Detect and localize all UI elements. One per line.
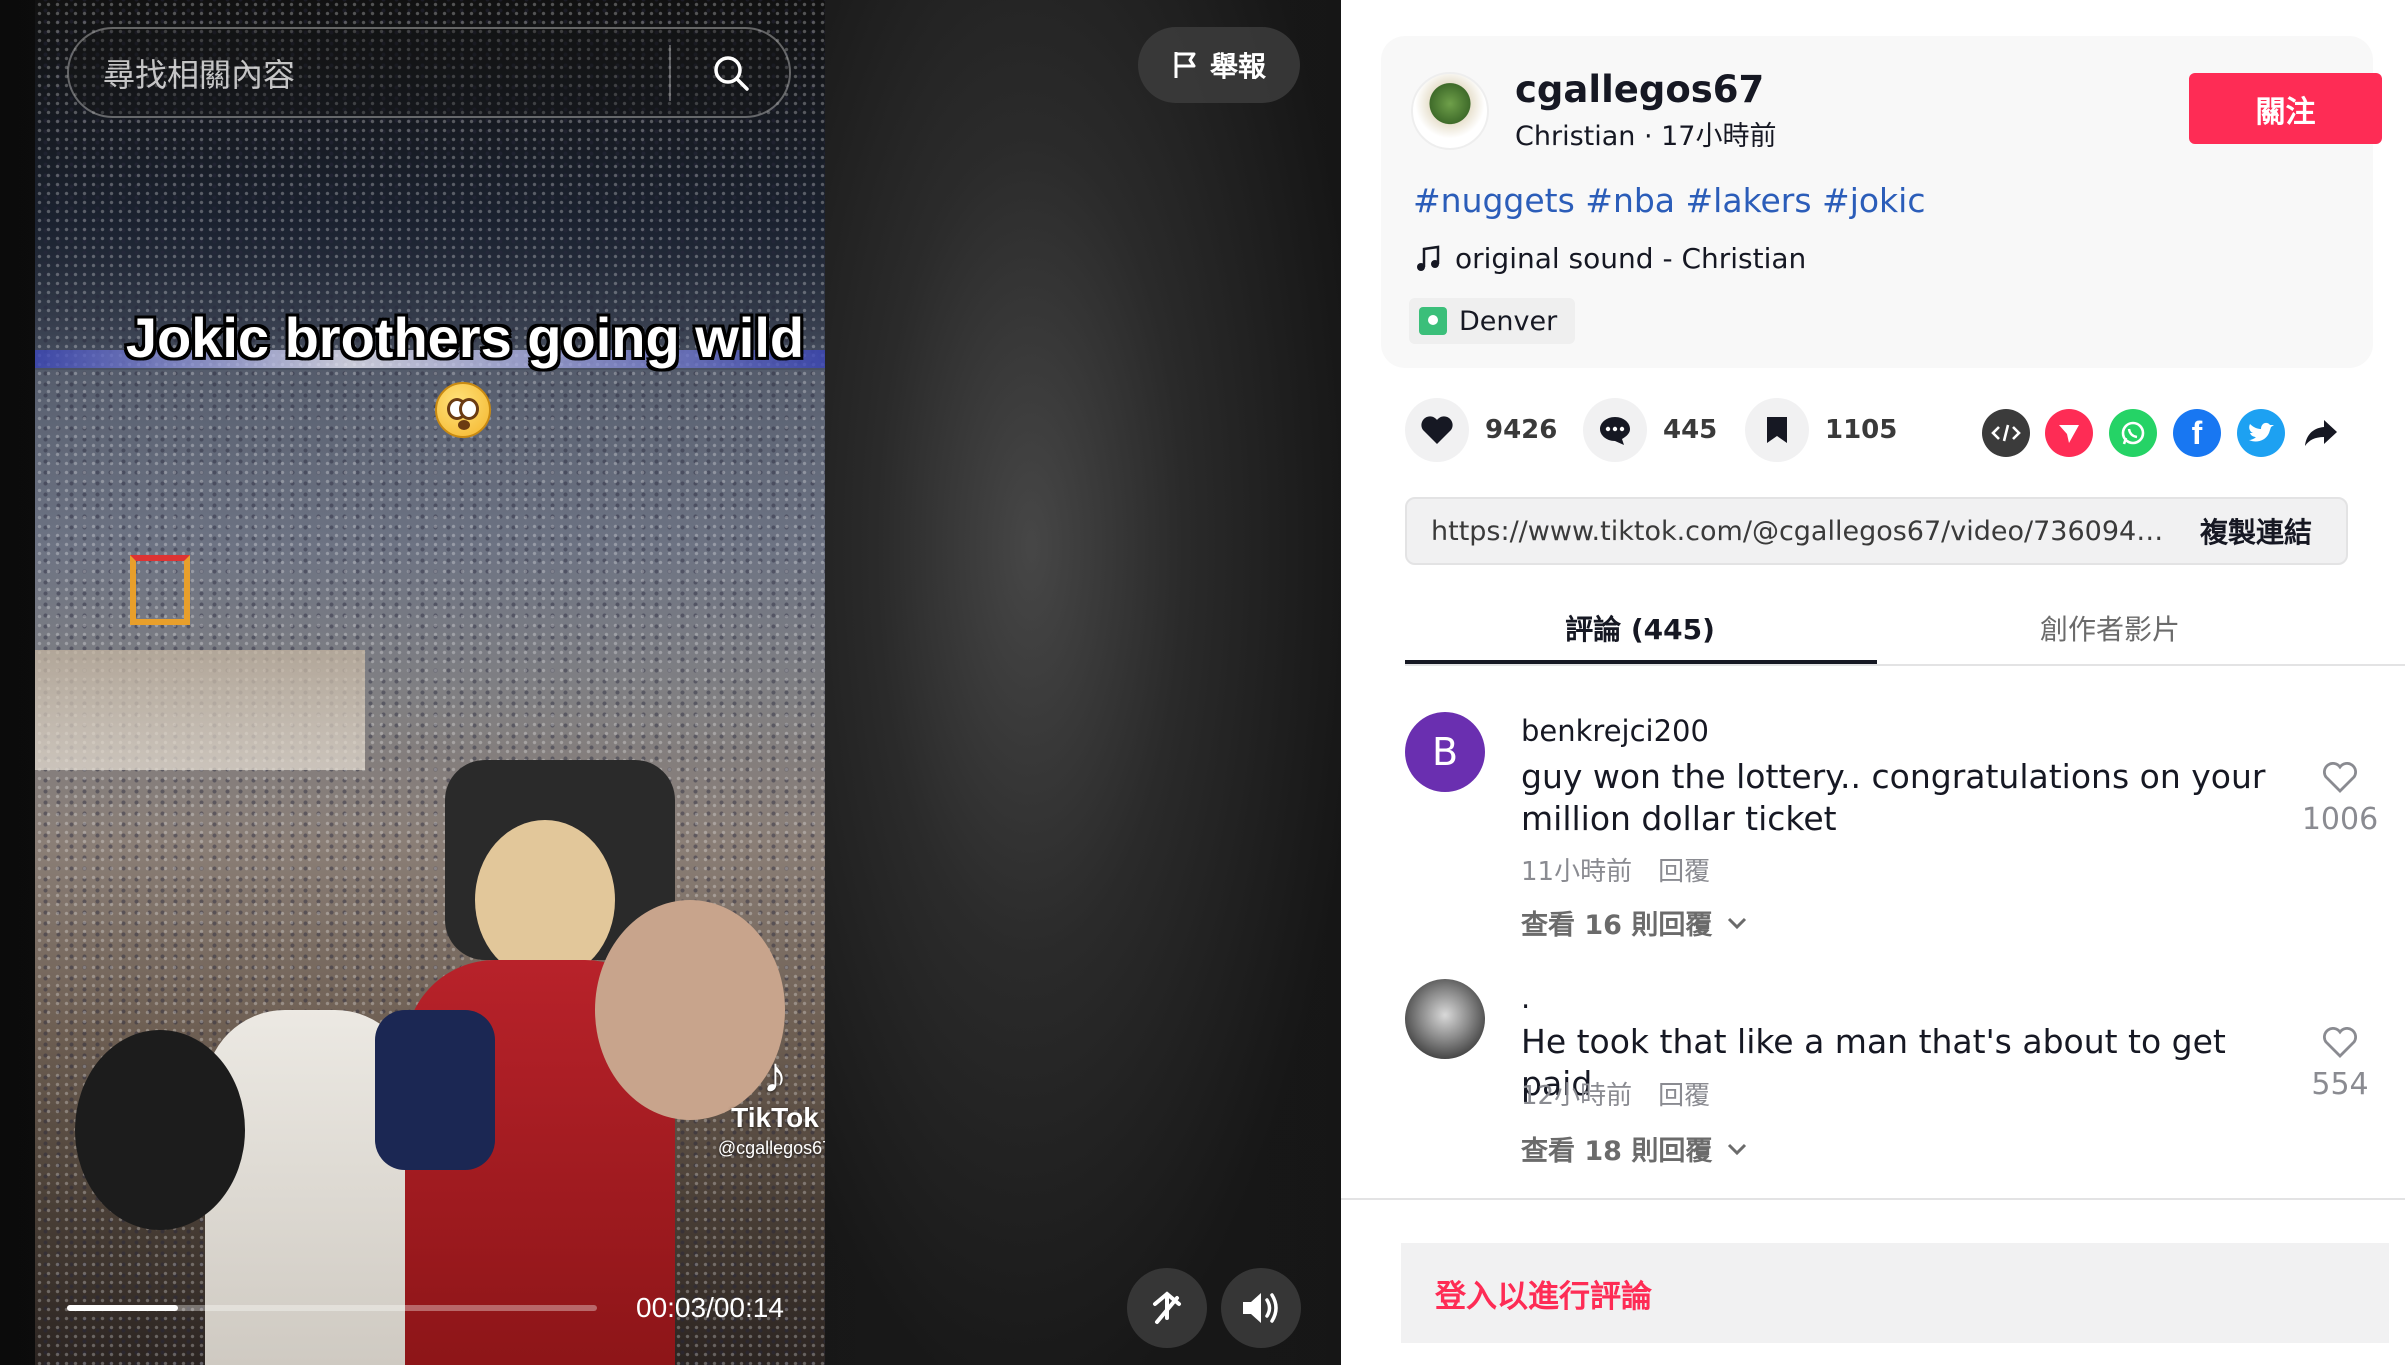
bookmark-icon bbox=[1745, 398, 1809, 462]
commenter-username[interactable]: benkrejci200 bbox=[1521, 714, 1709, 748]
volume-button[interactable] bbox=[1221, 1268, 1301, 1348]
volume-icon bbox=[1243, 1293, 1278, 1323]
video-player-area: Jokic brothers going wild ♪ TikTok @cgal… bbox=[0, 0, 1341, 1365]
comment-time: 12小時前 bbox=[1521, 1081, 1633, 1111]
heart-outline-icon bbox=[2323, 1027, 2357, 1058]
share-link-url[interactable]: https://www.tiktok.com/@cgallegos67/vide… bbox=[1431, 516, 2170, 547]
chevron-down-icon bbox=[1728, 917, 1747, 929]
comment-time: 11小時前 bbox=[1521, 857, 1633, 887]
basketball-hoop bbox=[130, 555, 190, 625]
video-caption: Jokic brothers going wild bbox=[125, 306, 805, 369]
reply-button[interactable]: 回覆 bbox=[1658, 857, 1710, 887]
sound-label: original sound - Christian bbox=[1455, 242, 1807, 275]
view-replies-button[interactable]: 查看 18 則回覆 bbox=[1521, 1129, 1748, 1168]
comment-meta: 12小時前 回覆 bbox=[1521, 1075, 1710, 1112]
comment-meta: 11小時前 回覆 bbox=[1521, 851, 1710, 888]
search-input[interactable]: 尋找相關內容 bbox=[103, 50, 669, 96]
facebook-icon[interactable]: f bbox=[2173, 409, 2221, 457]
heart-outline-icon bbox=[2323, 762, 2357, 793]
send-icon[interactable] bbox=[2045, 409, 2093, 457]
comment-bubble-icon bbox=[1583, 398, 1647, 462]
embed-icon[interactable] bbox=[1982, 409, 2030, 457]
post-hashtags[interactable]: #nuggets #nba #lakers #jokic bbox=[1413, 181, 1925, 220]
comment-count: 445 bbox=[1663, 415, 1718, 445]
video-frame[interactable]: Jokic brothers going wild ♪ TikTok @cgal… bbox=[35, 0, 825, 1365]
flushed-emoji-icon bbox=[435, 382, 491, 438]
child-jersey bbox=[375, 1010, 495, 1170]
twitter-icon[interactable] bbox=[2237, 409, 2285, 457]
comment-like-button[interactable]: 554 bbox=[2295, 1027, 2385, 1102]
action-bar: 9426 445 1105 f bbox=[1405, 398, 2345, 468]
share-arrow-icon[interactable] bbox=[2297, 409, 2345, 457]
divider bbox=[1341, 1198, 2405, 1200]
view-replies-label: 查看 16 則回覆 bbox=[1521, 910, 1713, 941]
music-note-icon bbox=[1417, 245, 1440, 271]
sound-link[interactable]: original sound - Christian bbox=[1415, 242, 1806, 275]
floating-player-button[interactable] bbox=[1127, 1268, 1207, 1348]
commenter-avatar[interactable] bbox=[1405, 979, 1485, 1059]
comment-item: . He took that like a man that's about t… bbox=[1405, 979, 2385, 1179]
comment-text: guy won the lottery.. congratulations on… bbox=[1521, 757, 2266, 838]
tiktok-watermark: ♪ TikTok @cgallegos67 bbox=[695, 1048, 825, 1159]
location-label: Denver bbox=[1459, 305, 1558, 337]
comment-item: B benkrejci200 guy won the lottery.. con… bbox=[1405, 712, 2385, 942]
floating-player-icon bbox=[1153, 1291, 1181, 1324]
related-search-box[interactable]: 尋找相關內容 bbox=[67, 27, 791, 118]
tab-comments[interactable]: 評論 (445) bbox=[1405, 608, 1875, 648]
comment-like-count: 554 bbox=[2311, 1067, 2369, 1102]
login-to-comment-button[interactable]: 登入以進行評論 bbox=[1401, 1243, 2389, 1343]
view-replies-label: 查看 18 則回覆 bbox=[1521, 1136, 1713, 1167]
author-info-card: cgallegos67 Christian · 17小時前 關注 #nugget… bbox=[1381, 36, 2382, 368]
chevron-down-icon bbox=[1728, 1143, 1747, 1155]
progress-bar[interactable] bbox=[67, 1305, 597, 1311]
copy-link-button[interactable]: 複製連結 bbox=[2170, 511, 2346, 551]
like-count: 9426 bbox=[1485, 415, 1558, 445]
watermark-brand: TikTok bbox=[731, 1102, 819, 1133]
active-tab-indicator bbox=[1405, 660, 1877, 664]
whatsapp-icon[interactable] bbox=[2109, 409, 2157, 457]
tab-creator-videos[interactable]: 創作者影片 bbox=[1875, 608, 2345, 648]
basketball-court bbox=[35, 650, 365, 770]
report-label: 舉報 bbox=[1209, 50, 1266, 83]
tab-bar: 評論 (445) 創作者影片 bbox=[1405, 596, 2405, 666]
author-username[interactable]: cgallegos67 bbox=[1515, 68, 1764, 111]
like-button[interactable]: 9426 bbox=[1405, 398, 1557, 462]
save-button[interactable]: 1105 bbox=[1745, 398, 1897, 462]
commenter-username[interactable]: . bbox=[1521, 981, 1530, 1015]
location-chip[interactable]: Denver bbox=[1409, 298, 1576, 344]
playback-time: 00:03/00:14 bbox=[636, 1292, 784, 1323]
author-avatar[interactable] bbox=[1411, 72, 1489, 150]
author-nickname-time: Christian · 17小時前 bbox=[1515, 121, 1777, 152]
progress-fill bbox=[67, 1305, 179, 1311]
info-panel: cgallegos67 Christian · 17小時前 關注 #nugget… bbox=[1341, 0, 2405, 1365]
watermark-username: @cgallegos67 bbox=[717, 1138, 825, 1158]
save-count: 1105 bbox=[1825, 415, 1898, 445]
comment-button[interactable]: 445 bbox=[1583, 398, 1717, 462]
reply-button[interactable]: 回覆 bbox=[1658, 1081, 1710, 1111]
report-button[interactable]: 舉報 bbox=[1138, 27, 1300, 103]
person-black-hair bbox=[75, 1030, 245, 1230]
tiktok-logo-icon: ♪ bbox=[762, 1047, 788, 1103]
comment-like-button[interactable]: 1006 bbox=[2295, 762, 2385, 837]
view-replies-button[interactable]: 查看 16 則回覆 bbox=[1521, 903, 1748, 942]
comment-like-count: 1006 bbox=[2301, 802, 2379, 837]
share-link-box: https://www.tiktok.com/@cgallegos67/vide… bbox=[1405, 497, 2348, 565]
blurred-backdrop bbox=[825, 0, 1341, 1365]
commenter-avatar[interactable]: B bbox=[1405, 712, 1485, 792]
search-divider bbox=[669, 44, 671, 101]
search-icon[interactable] bbox=[701, 43, 761, 103]
follow-button[interactable]: 關注 bbox=[2189, 73, 2382, 144]
flag-icon bbox=[1174, 52, 1196, 78]
location-pin-icon bbox=[1419, 307, 1447, 335]
person-blonde-head bbox=[475, 820, 615, 980]
heart-icon bbox=[1405, 398, 1469, 462]
